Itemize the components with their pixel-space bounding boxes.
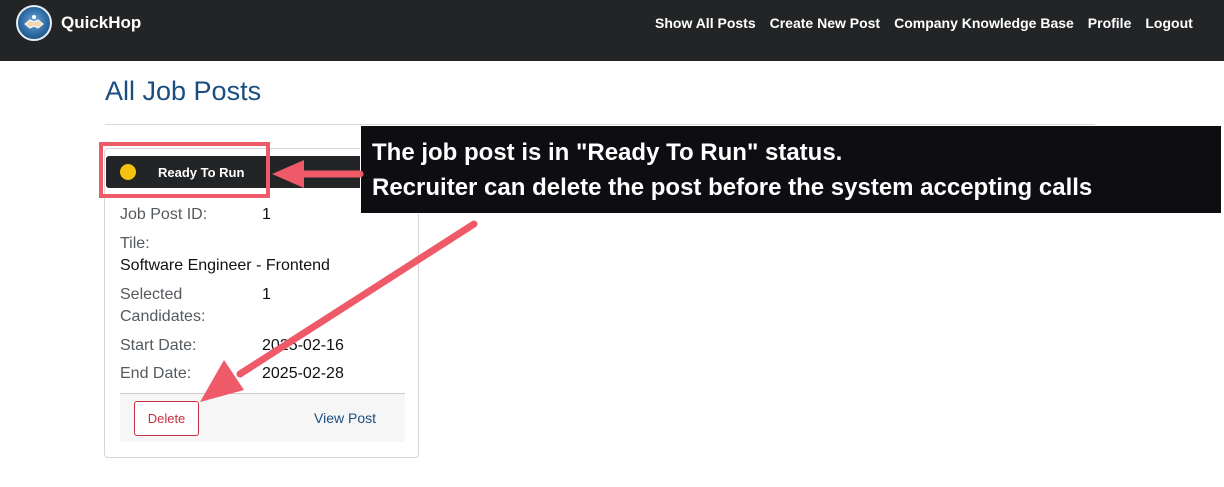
selected-label-line2: Candidates: (120, 308, 206, 325)
nav-show-all-posts[interactable]: Show All Posts (655, 15, 756, 31)
selected-count-value: 1 (262, 286, 271, 303)
title-label: Tile: (120, 235, 150, 252)
brand-name: QuickHop (61, 13, 142, 32)
brand[interactable]: QuickHop (16, 5, 141, 41)
callout-line-1: The job post is in "Ready To Run" status… (372, 139, 843, 166)
start-date-value: 2025-02-16 (262, 337, 344, 354)
selected-label-line1: Selected (120, 286, 183, 303)
job-post-id-label: Job Post ID: (120, 206, 208, 223)
start-date-label: Start Date: (120, 337, 197, 354)
nav-profile[interactable]: Profile (1088, 15, 1132, 31)
job-post-id-value: 1 (262, 206, 271, 223)
annotation-callout: The job post is in "Ready To Run" status… (360, 125, 1222, 214)
nav-links: Show All Posts Create New Post Company K… (655, 15, 1207, 31)
page-title: All Job Posts (105, 76, 262, 106)
nav-logout[interactable]: Logout (1145, 15, 1192, 31)
top-navbar: QuickHop Show All Posts Create New Post … (0, 0, 1224, 61)
nav-company-knowledge-base[interactable]: Company Knowledge Base (894, 15, 1074, 31)
view-post-link[interactable]: View Post (314, 410, 376, 426)
delete-button[interactable]: Delete (134, 401, 199, 436)
end-date-value: 2025-02-28 (262, 365, 344, 382)
title-value: Software Engineer - Frontend (120, 257, 330, 274)
nav-create-new-post[interactable]: Create New Post (770, 15, 880, 31)
handshake-logo-icon (16, 5, 52, 41)
status-highlight-box (99, 142, 270, 198)
callout-line-2: Recruiter can delete the post before the… (372, 174, 1093, 201)
end-date-label: End Date: (120, 365, 192, 382)
